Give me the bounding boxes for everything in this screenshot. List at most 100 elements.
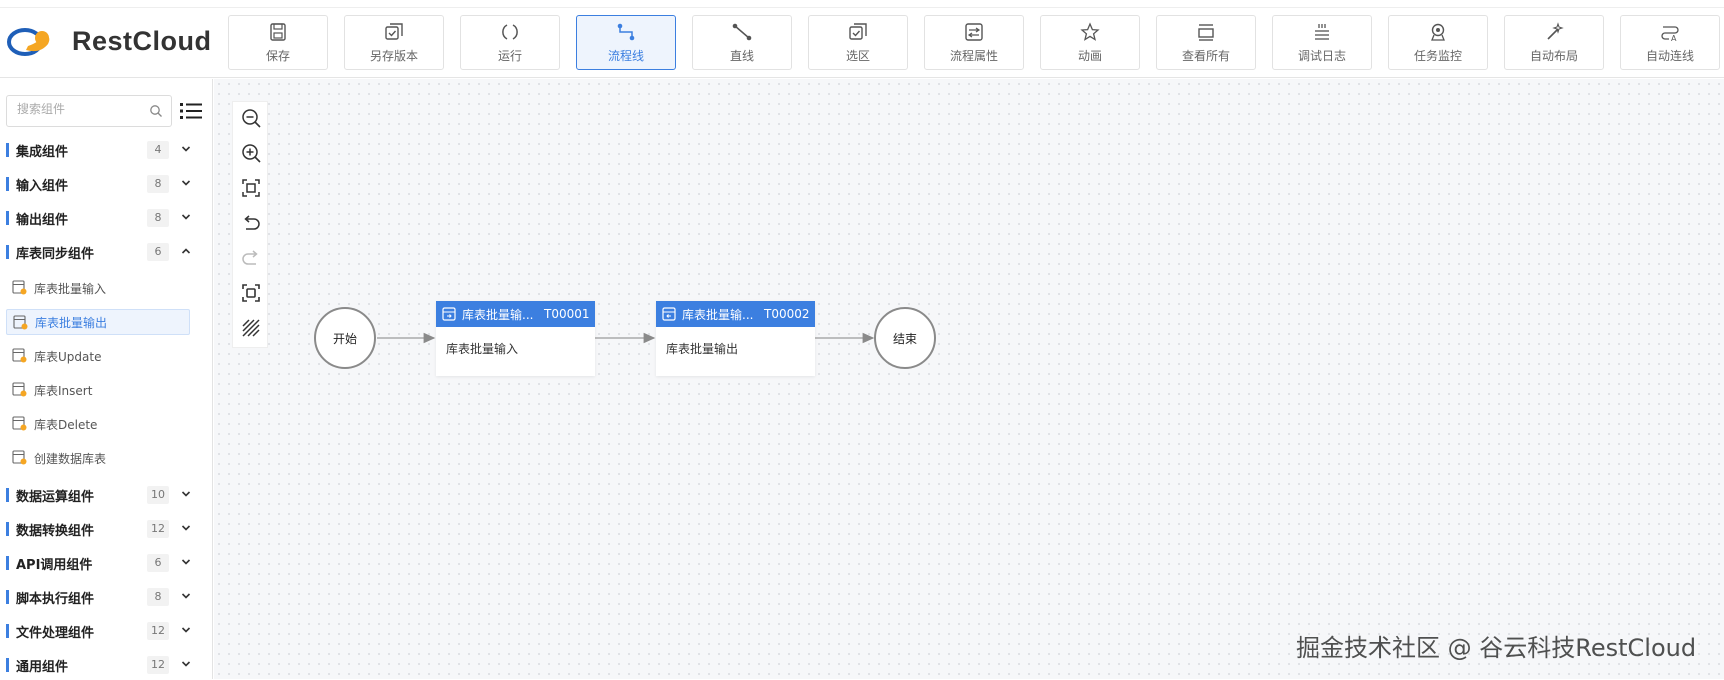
component-icon <box>12 280 27 295</box>
fit-view-icon[interactable] <box>241 178 261 198</box>
component-item[interactable]: 库表Update <box>6 343 190 369</box>
category-name: 数据运算组件 <box>16 489 95 505</box>
toolbar-button-save[interactable]: 保存 <box>228 15 328 70</box>
task-node[interactable]: 库表批量输... T00001 库表批量输入 <box>436 301 595 376</box>
task-node[interactable]: 库表批量输... T00002 库表批量输出 <box>656 301 815 376</box>
category-name: 通用组件 <box>16 659 69 675</box>
list-view-icon[interactable] <box>180 101 202 121</box>
search-icon[interactable] <box>149 104 163 118</box>
table-batch-input-icon <box>442 307 456 321</box>
component-category[interactable]: 库表同步组件 6 <box>0 237 213 267</box>
component-category[interactable]: 数据转换组件 12 <box>0 514 213 544</box>
component-category[interactable]: 文件处理组件 12 <box>0 616 213 646</box>
category-name: 数据转换组件 <box>16 523 95 539</box>
toolbar-button-run[interactable]: 运行 <box>460 15 560 70</box>
toolbar-button-label: 保存 <box>265 49 290 63</box>
category-count-badge: 4 <box>147 141 169 159</box>
component-category[interactable]: 脚本执行组件 8 <box>0 582 213 612</box>
toolbar-button-label: 任务监控 <box>1413 49 1462 63</box>
table-batch-output-icon <box>662 307 676 321</box>
chevron-down-icon[interactable] <box>181 523 191 533</box>
toolbar-button-animation[interactable]: 动画 <box>1040 15 1140 70</box>
toolbar-button-view-all[interactable]: 查看所有 <box>1156 15 1256 70</box>
component-item[interactable]: 库表Insert <box>6 377 190 403</box>
toolbar-button-label: 直线 <box>729 49 754 63</box>
flow-line-icon <box>617 23 635 41</box>
component-sidebar: 集成组件 4 输入组件 8 输出组件 8 库表同步组件 6 库表批量输入库表批量输出库表Upda… <box>0 79 213 679</box>
toolbar-button-flow-line[interactable]: 流程线 <box>576 15 676 70</box>
component-item-label: 库表Update <box>34 349 102 364</box>
redo-icon[interactable] <box>241 248 261 268</box>
end-node[interactable]: 结束 <box>874 307 936 369</box>
category-name: 库表同步组件 <box>16 246 95 262</box>
component-item[interactable]: 创建数据库表 <box>6 445 190 471</box>
debug-log-icon <box>1315 24 1329 40</box>
component-icon <box>12 416 27 431</box>
component-icon <box>12 450 27 465</box>
toolbar-button-label: 动画 <box>1077 49 1102 63</box>
chevron-down-icon[interactable] <box>181 489 191 499</box>
chevron-down-icon[interactable] <box>181 557 191 567</box>
category-name: 脚本执行组件 <box>16 591 95 607</box>
component-item[interactable]: 库表Delete <box>6 411 190 437</box>
animation-icon <box>1080 22 1100 41</box>
component-category[interactable]: 通用组件 12 <box>0 650 213 680</box>
toolbar-button-flow-properties[interactable]: 流程属性 <box>924 15 1024 70</box>
component-item-label: 库表批量输入 <box>34 281 107 296</box>
component-category[interactable]: 输入组件 8 <box>0 169 213 199</box>
flow-canvas[interactable] <box>214 79 1724 679</box>
category-accent-bar <box>6 177 9 191</box>
view-all-icon <box>1198 24 1214 41</box>
chevron-down-icon[interactable] <box>181 659 191 669</box>
svg-text:A: A <box>1671 34 1677 43</box>
category-accent-bar <box>6 522 9 536</box>
zoom-in-icon[interactable] <box>241 143 261 163</box>
component-item[interactable]: 库表批量输入 <box>6 275 190 301</box>
chevron-down-icon[interactable] <box>181 212 191 222</box>
save-version-icon <box>385 23 403 40</box>
component-category[interactable]: API调用组件 6 <box>0 548 213 578</box>
task-body: 库表批量输出 <box>666 342 739 356</box>
start-node[interactable]: 开始 <box>314 307 376 369</box>
component-category[interactable]: 输出组件 8 <box>0 203 213 233</box>
restcloud-logo-icon <box>7 28 50 56</box>
toolbar-button-select-area[interactable]: 选区 <box>808 15 908 70</box>
component-category[interactable]: 数据运算组件 10 <box>0 480 213 510</box>
chevron-down-icon[interactable] <box>181 625 191 635</box>
component-category[interactable]: 集成组件 4 <box>0 135 213 165</box>
toolbar-button-task-monitor[interactable]: 任务监控 <box>1388 15 1488 70</box>
chevron-up-icon[interactable] <box>181 246 191 256</box>
chevron-down-icon[interactable] <box>181 178 191 188</box>
category-accent-bar <box>6 488 9 502</box>
component-item[interactable]: 库表批量输出 <box>6 309 190 335</box>
watermark: 掘金技术社区 @ 谷云科技RestCloud <box>1296 634 1697 662</box>
category-name: 输入组件 <box>16 178 69 194</box>
chevron-down-icon[interactable] <box>181 144 191 154</box>
category-accent-bar <box>6 590 9 604</box>
category-accent-bar <box>6 143 9 157</box>
toolbar-button-auto-connect[interactable]: A 自动连线 <box>1620 15 1720 70</box>
toolbar-button-label: 选区 <box>845 49 870 63</box>
grid-toggle-icon[interactable] <box>241 318 261 338</box>
fullscreen-icon[interactable] <box>241 283 261 303</box>
toolbar-button-auto-layout[interactable]: 自动布局 <box>1504 15 1604 70</box>
straight-line-icon <box>732 23 752 41</box>
task-monitor-icon <box>1431 23 1445 41</box>
end-node-label: 结束 <box>892 331 917 346</box>
toolbar-button-straight-line[interactable]: 直线 <box>692 15 792 70</box>
chevron-down-icon[interactable] <box>181 591 191 601</box>
app-title: RestCloud <box>72 25 212 56</box>
category-count-badge: 8 <box>147 175 169 193</box>
start-node-label: 开始 <box>332 331 357 346</box>
search-input[interactable] <box>17 102 137 116</box>
task-node-header: 库表批量输... T00001 <box>436 301 595 327</box>
toolbar-button-debug-log[interactable]: 调试日志 <box>1272 15 1372 70</box>
component-search[interactable] <box>6 95 172 127</box>
undo-icon[interactable] <box>241 213 261 233</box>
component-item-label: 库表Insert <box>34 383 93 398</box>
select-area-icon <box>849 23 867 40</box>
toolbar-button-save-version[interactable]: 另存版本 <box>344 15 444 70</box>
category-count-badge: 8 <box>147 209 169 227</box>
component-icon <box>12 348 27 363</box>
zoom-out-icon[interactable] <box>241 108 261 128</box>
